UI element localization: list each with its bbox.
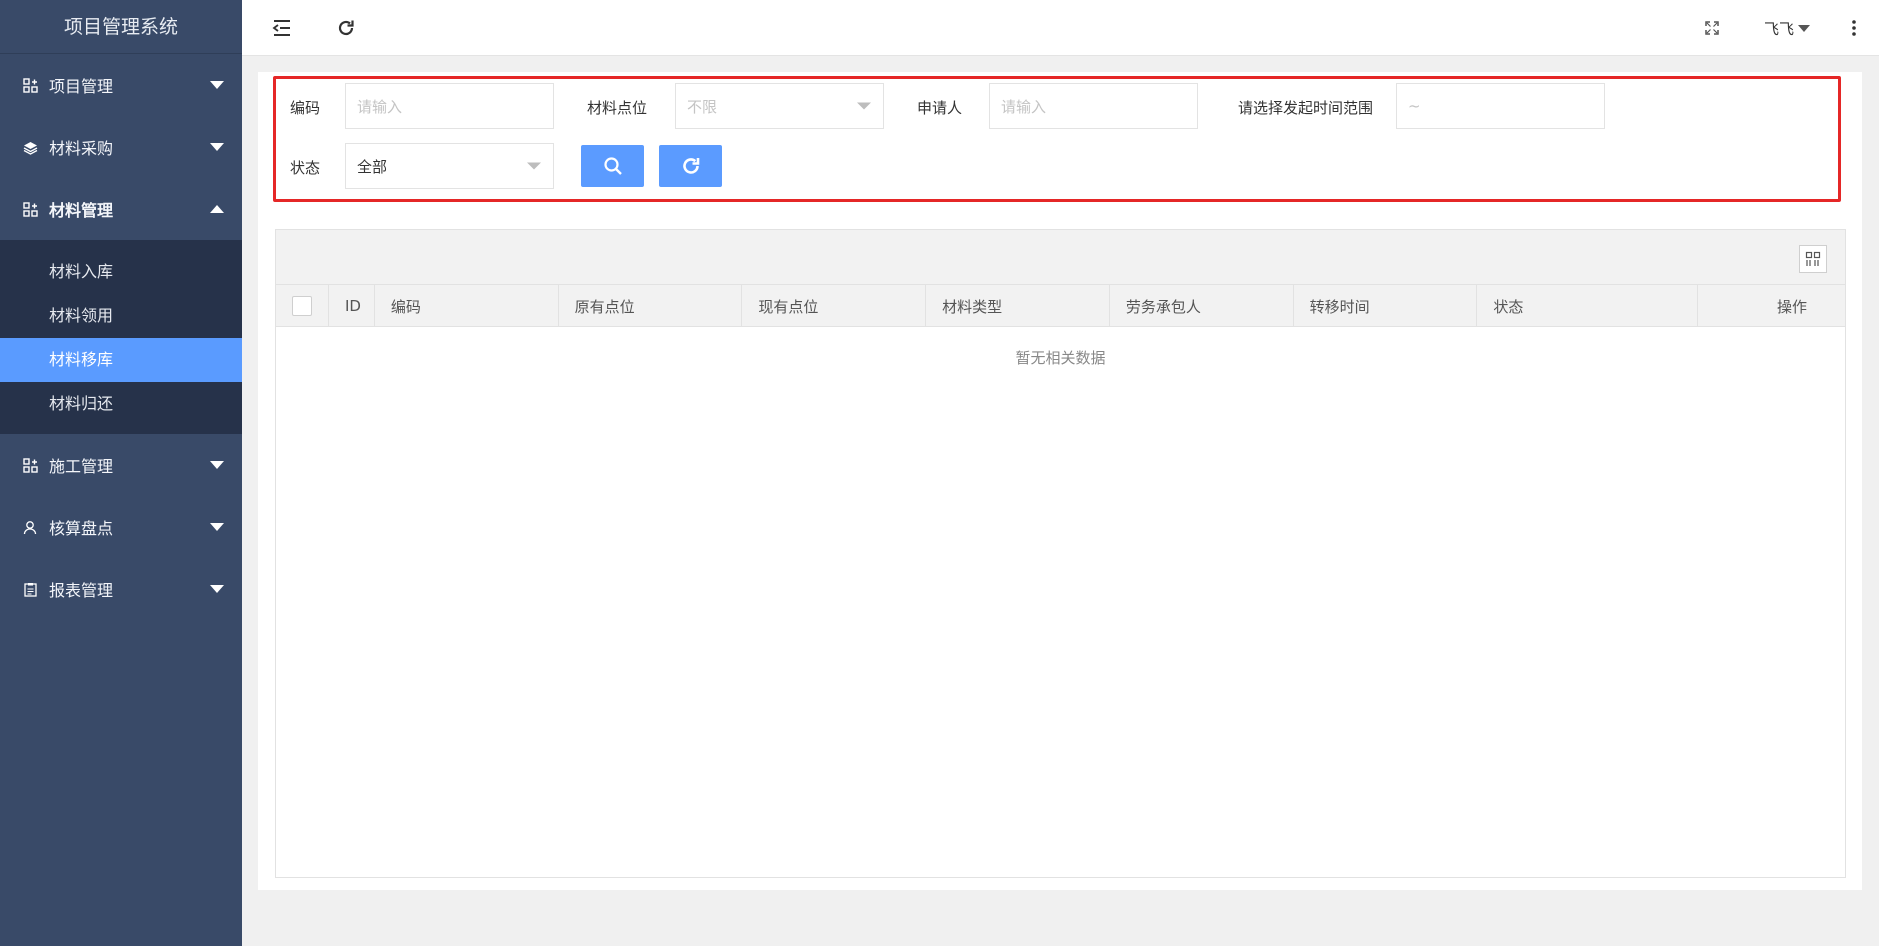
data-table: ID 编码 原有点位 现有点位 材料类型 劳务承包人 转移时间 状态 操作 暂无… — [275, 229, 1846, 878]
col-status[interactable]: 状态 — [1477, 285, 1699, 327]
grid-icon — [1805, 251, 1821, 266]
menu-construction-management[interactable]: 施工管理 — [0, 434, 242, 496]
fullscreen-icon[interactable] — [1698, 14, 1726, 42]
menu-project-management[interactable]: 项目管理 — [0, 54, 242, 116]
status-value: 全部 — [357, 157, 388, 176]
menu-material-purchase[interactable]: 材料采购 — [0, 116, 242, 178]
more-vertical-icon[interactable] — [1840, 14, 1868, 42]
search-button[interactable] — [581, 145, 644, 187]
code-label: 编码 — [290, 99, 321, 117]
sidebar-item-material-use[interactable]: 材料领用 — [0, 294, 242, 338]
location-value: 不限 — [687, 97, 718, 116]
time-range-label: 请选择发起时间范围 — [1238, 99, 1374, 117]
caret-down-icon — [1798, 24, 1811, 32]
sidebar-item-material-return[interactable]: 材料归还 — [0, 382, 242, 426]
menu-material-management[interactable]: 材料管理 — [0, 178, 242, 240]
chevron-down-icon — [210, 81, 224, 89]
sidebar: 项目管理系统 项目管理 材料采购 材料管理 材料入库 材料领用 材料移库 材料归… — [0, 0, 242, 946]
chevron-up-icon — [210, 205, 224, 213]
applicant-label: 申请人 — [917, 99, 963, 117]
col-code[interactable]: 编码 — [375, 285, 559, 327]
chevron-down-icon — [210, 461, 224, 469]
layers-icon — [22, 139, 38, 155]
time-range-picker[interactable]: ~ — [1396, 83, 1605, 129]
menu-group-reports: 报表管理 — [0, 558, 242, 620]
modules-icon — [22, 77, 38, 93]
sidebar-item-material-transfer[interactable]: 材料移库 — [0, 338, 242, 382]
chevron-down-icon — [527, 162, 541, 170]
status-select[interactable]: 全部 — [345, 143, 554, 189]
search-icon — [603, 157, 622, 175]
app-root: 项目管理系统 项目管理 材料采购 材料管理 材料入库 材料领用 材料移库 材料归… — [0, 0, 1879, 946]
chevron-down-icon — [857, 102, 871, 110]
reset-button[interactable] — [659, 145, 722, 187]
menu-label: 材料采购 — [49, 139, 114, 158]
topbar: 飞飞 — [242, 0, 1879, 56]
app-title: 项目管理系统 — [0, 0, 242, 54]
code-placeholder: 请输入 — [357, 97, 403, 116]
refresh-icon — [682, 158, 699, 174]
col-material-type[interactable]: 材料类型 — [926, 285, 1110, 327]
code-input[interactable]: 请输入 — [345, 83, 554, 129]
menu-label: 核算盘点 — [49, 519, 114, 538]
location-select[interactable]: 不限 — [675, 83, 884, 129]
menu-label: 项目管理 — [49, 77, 114, 96]
menu-label: 报表管理 — [49, 581, 114, 600]
clipboard-icon — [22, 581, 38, 597]
menu-label: 施工管理 — [49, 457, 114, 476]
modules-icon — [22, 457, 38, 473]
user-name: 飞飞 — [1764, 19, 1795, 38]
chevron-down-icon — [210, 523, 224, 531]
modules-icon — [22, 201, 38, 217]
menu-group-project: 项目管理 — [0, 54, 242, 116]
menu-group-accounting: 核算盘点 — [0, 496, 242, 558]
refresh-icon[interactable] — [332, 14, 360, 42]
menu-collapse-icon[interactable] — [268, 14, 296, 42]
table-header: ID 编码 原有点位 现有点位 材料类型 劳务承包人 转移时间 状态 操作 — [276, 285, 1845, 327]
chevron-down-icon — [210, 143, 224, 151]
user-icon — [22, 519, 38, 535]
main-content: 编码 请输入 材料点位 不限 申请人 请输入 请选择发起时间范围 ~ 状态 全部 — [258, 72, 1862, 890]
sidebar-item-material-in[interactable]: 材料入库 — [0, 250, 242, 294]
menu-label: 材料管理 — [49, 201, 114, 220]
user-menu[interactable]: 飞飞 — [1764, 16, 1811, 40]
select-all-checkbox[interactable] — [292, 296, 312, 316]
filter-panel: 编码 请输入 材料点位 不限 申请人 请输入 请选择发起时间范围 ~ 状态 全部 — [273, 76, 1841, 202]
status-label: 状态 — [290, 159, 321, 177]
menu-group-material: 材料管理 材料入库 材料领用 材料移库 材料归还 — [0, 178, 242, 434]
col-labor-contractor[interactable]: 劳务承包人 — [1110, 285, 1294, 327]
col-actions: 操作 — [1776, 297, 1807, 316]
col-transfer-time[interactable]: 转移时间 — [1294, 285, 1478, 327]
applicant-input[interactable]: 请输入 — [989, 83, 1198, 129]
time-range-value: ~ — [1408, 97, 1421, 115]
menu-accounting-inventory[interactable]: 核算盘点 — [0, 496, 242, 558]
submenu-material: 材料入库 材料领用 材料移库 材料归还 — [0, 240, 242, 434]
menu-group-purchase: 材料采购 — [0, 116, 242, 178]
col-original-location[interactable]: 原有点位 — [559, 285, 743, 327]
menu-report-management[interactable]: 报表管理 — [0, 558, 242, 620]
applicant-placeholder: 请输入 — [1001, 97, 1047, 116]
col-id[interactable]: ID — [329, 285, 375, 327]
col-current-location[interactable]: 现有点位 — [742, 285, 927, 327]
chevron-down-icon — [210, 585, 224, 593]
location-label: 材料点位 — [587, 99, 648, 117]
menu-group-construction: 施工管理 — [0, 434, 242, 496]
empty-state: 暂无相关数据 — [1015, 349, 1106, 367]
table-toolbar — [276, 230, 1845, 285]
select-all-cell — [276, 285, 329, 327]
column-settings-button[interactable] — [1799, 245, 1827, 273]
